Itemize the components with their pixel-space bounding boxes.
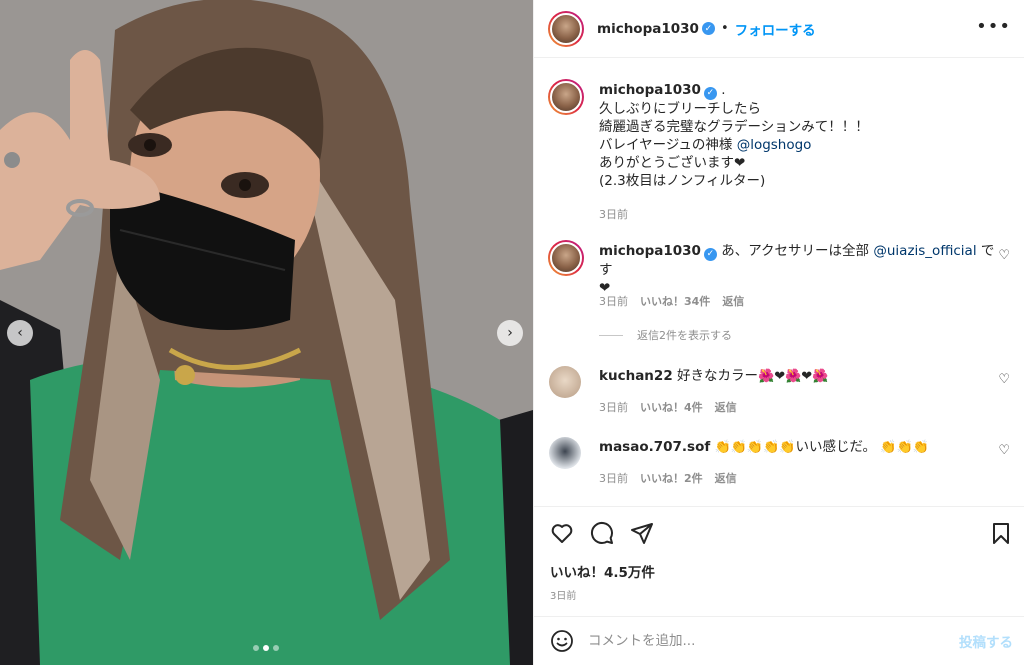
comment-input[interactable] [588, 633, 938, 649]
author-avatar[interactable] [548, 10, 584, 47]
comment-likes[interactable]: いいね！4件 [640, 399, 703, 415]
caption-time[interactable]: 3日前 [599, 206, 628, 222]
chevron-right-icon: › [507, 325, 513, 341]
verified-badge-icon: ✓ [703, 86, 717, 100]
replies-divider [599, 334, 623, 336]
clapping-hands-emoji-icon: 👏👏👏 [880, 440, 929, 455]
verified-badge-icon: ✓ [701, 22, 715, 35]
comment-composer: 投稿する [534, 616, 1024, 665]
comments-list[interactable]: michopa1030 ✓ . 久しぶりにブリーチしたら 綺麗過ぎる完璧なグラデー… [534, 59, 1024, 506]
emoji-smiley-icon[interactable] [550, 629, 574, 653]
comment-text: あ、アクセサリーは全部 [721, 243, 870, 259]
comment-avatar[interactable] [549, 366, 581, 398]
reply-button[interactable]: 返信 [715, 470, 737, 486]
carousel-next-button[interactable]: › [497, 320, 523, 346]
post-sidebar: michopa1030 ✓ • フォローする ••• michopa1030 ✓ … [533, 0, 1024, 665]
comment-text: いい感じだ。 [795, 439, 877, 455]
header-separator: • [720, 21, 729, 36]
comment-avatar[interactable] [548, 240, 584, 276]
more-options-icon[interactable]: ••• [976, 16, 1011, 37]
caption-line: 久しぶりにブリーチしたら [599, 100, 761, 117]
share-send-icon[interactable] [630, 521, 654, 545]
hibiscus-heart-emoji-icon: 🌺❤🌺❤🌺 [758, 369, 829, 384]
author-username[interactable]: michopa1030 [597, 21, 699, 37]
comment-mention-link[interactable]: @uiazis_official [873, 243, 976, 259]
post-header: michopa1030 ✓ • フォローする ••• [534, 0, 1024, 58]
caption-line: . [721, 82, 726, 98]
like-heart-icon[interactable] [550, 521, 574, 545]
bookmark-icon[interactable] [989, 521, 1013, 545]
view-replies-button[interactable]: 返信2件を表示する [599, 327, 732, 343]
comment-likes[interactable]: いいね！2件 [640, 470, 703, 486]
caption: michopa1030 ✓ . 久しぶりにブリーチしたら 綺麗過ぎる完璧なグラデー… [548, 79, 1018, 229]
like-comment-heart-icon[interactable]: ♡ [998, 443, 1010, 458]
portrait-image [0, 0, 533, 665]
caption-line: (2.3枚目はノンフィルター) [599, 172, 766, 189]
comment-username[interactable]: masao.707.sof [599, 439, 710, 455]
comment-item: masao.707.sof 👏👏👏👏👏いい感じだ。 👏👏👏 ♡ 3日前 いいね！… [548, 435, 1018, 495]
caption-line: ありがとうございます❤ [599, 154, 746, 171]
verified-badge-icon: ✓ [703, 247, 717, 261]
carousel-indicator [253, 645, 279, 651]
reply-button[interactable]: 返信 [722, 293, 744, 309]
comment-time[interactable]: 3日前 [599, 470, 628, 486]
comment-time[interactable]: 3日前 [599, 399, 628, 415]
like-comment-heart-icon[interactable]: ♡ [998, 372, 1010, 387]
caption-username[interactable]: michopa1030 [599, 82, 701, 98]
like-comment-heart-icon[interactable]: ♡ [998, 248, 1010, 263]
comment-text: 好きなカラー [677, 368, 759, 384]
comment-time[interactable]: 3日前 [599, 293, 628, 309]
carousel-prev-button[interactable]: ‹ [7, 320, 33, 346]
comment-username[interactable]: kuchan22 [599, 368, 673, 384]
reply-button[interactable]: 返信 [715, 399, 737, 415]
post-modal: ‹ › michopa1030 ✓ • フォローする ••• michopa10… [0, 0, 1024, 665]
clapping-hands-emoji-icon: 👏👏👏👏👏 [714, 440, 796, 455]
caption-line: バレイヤージュの神様 [599, 136, 733, 153]
post-actions: いいね！4.5万件 3日前 [534, 506, 1024, 616]
carousel-dot-active [263, 645, 269, 651]
comment-bubble-icon[interactable] [590, 521, 614, 545]
comment-avatar[interactable] [549, 437, 581, 469]
post-time[interactable]: 3日前 [550, 587, 576, 602]
caption-line: 綺麗過ぎる完璧なグラデーションみて！！！ [599, 118, 869, 135]
chevron-left-icon: ‹ [17, 325, 23, 341]
view-replies-label: 返信2件を表示する [637, 329, 732, 342]
comment-item: kuchan22 好きなカラー🌺❤🌺❤🌺 ♡ 3日前 いいね！4件 返信 [548, 364, 1018, 424]
carousel-dot [273, 645, 279, 651]
caption-mention-link[interactable]: @logshogo [737, 137, 812, 153]
post-likes-count[interactable]: いいね！4.5万件 [550, 561, 655, 581]
post-comment-button[interactable]: 投稿する [959, 631, 1013, 651]
comment-likes[interactable]: いいね！34件 [640, 293, 710, 309]
follow-button[interactable]: フォローする [735, 19, 816, 39]
caption-avatar[interactable] [548, 79, 584, 115]
comment-username[interactable]: michopa1030 [599, 243, 701, 259]
carousel-dot [253, 645, 259, 651]
post-photo[interactable]: ‹ › [0, 0, 533, 665]
comment-item: michopa1030 ✓ あ、アクセサリーは全部 @uiazis_officia… [548, 240, 1018, 350]
